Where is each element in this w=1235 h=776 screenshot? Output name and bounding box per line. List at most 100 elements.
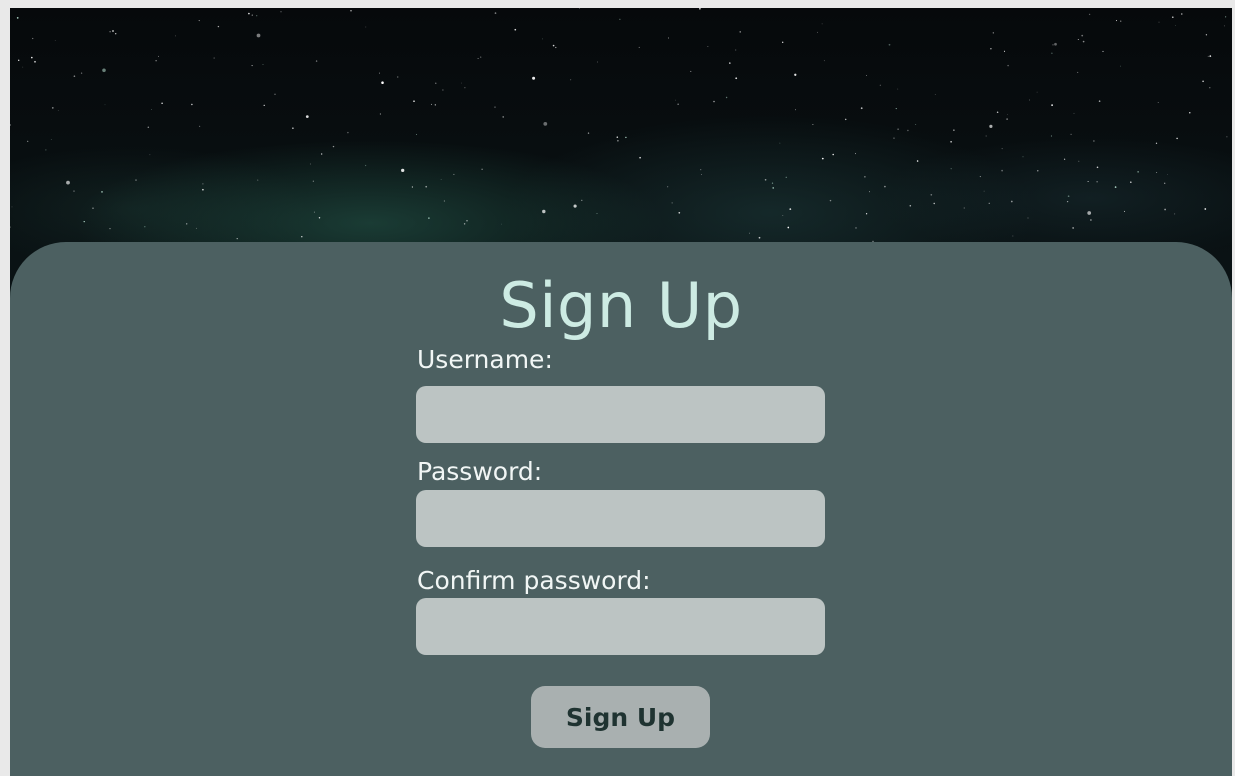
star: [318, 217, 321, 219]
star: [80, 72, 83, 74]
star: [879, 84, 881, 86]
star: [1096, 181, 1098, 183]
star: [434, 104, 436, 106]
star: [832, 153, 835, 156]
star: [930, 193, 933, 196]
star: [114, 32, 117, 35]
star: [379, 113, 381, 115]
star: [1006, 118, 1008, 120]
star: [453, 173, 455, 175]
star: [1205, 34, 1208, 36]
star: [256, 15, 258, 17]
star: [51, 107, 54, 109]
star: [321, 153, 323, 155]
star: [256, 33, 261, 38]
star: [1087, 180, 1089, 183]
star: [92, 207, 94, 209]
star: [543, 122, 548, 126]
star: [1012, 235, 1014, 237]
star: [785, 176, 787, 178]
sign-up-button[interactable]: Sign Up: [531, 686, 710, 748]
star: [251, 14, 253, 16]
star: [1124, 210, 1125, 212]
star: [1007, 64, 1009, 67]
star: [989, 124, 993, 128]
star: [1174, 213, 1176, 215]
star: [144, 225, 146, 228]
star: [431, 103, 433, 105]
star: [1072, 227, 1074, 229]
star: [1164, 208, 1166, 211]
star: [963, 207, 965, 209]
star: [617, 139, 619, 142]
star: [1102, 50, 1104, 52]
star: [161, 102, 163, 105]
star: [555, 46, 557, 49]
star: [1037, 170, 1039, 172]
star: [844, 118, 847, 121]
star: [817, 31, 818, 33]
star: [1120, 65, 1122, 67]
star: [1156, 171, 1158, 174]
star: [990, 47, 992, 50]
star: [864, 176, 866, 178]
star: [893, 137, 895, 139]
confirm-password-label: Confirm password:: [417, 566, 651, 595]
star: [494, 12, 497, 14]
star: [1171, 16, 1174, 19]
star: [860, 107, 863, 110]
star: [625, 136, 627, 139]
star: [202, 188, 204, 191]
star: [552, 44, 555, 47]
star: [865, 213, 868, 215]
page-title: Sign Up: [499, 269, 743, 342]
star: [1050, 135, 1052, 137]
password-input[interactable]: [416, 490, 825, 547]
star: [312, 180, 314, 182]
star: [27, 140, 29, 142]
star: [101, 191, 103, 193]
star: [916, 160, 919, 162]
star: [619, 18, 621, 20]
star: [443, 200, 445, 202]
star: [667, 186, 669, 188]
star: [772, 187, 774, 189]
star: [151, 108, 152, 110]
star: [596, 213, 598, 214]
star: [50, 138, 52, 140]
star: [1077, 38, 1079, 41]
star: [794, 73, 797, 76]
star: [888, 43, 891, 46]
star: [22, 66, 24, 68]
star: [1001, 148, 1003, 150]
star: [678, 211, 681, 214]
star: [1010, 200, 1013, 203]
star: [1022, 156, 1024, 158]
star: [992, 32, 994, 34]
star: [985, 135, 987, 137]
star: [950, 168, 952, 170]
star: [248, 12, 250, 15]
star: [671, 202, 673, 204]
stars-background: [10, 8, 1228, 244]
star: [1207, 55, 1209, 57]
password-label: Password:: [417, 457, 543, 486]
star: [823, 60, 825, 62]
star: [1077, 71, 1079, 73]
confirm-password-input[interactable]: [416, 598, 825, 655]
star: [236, 237, 238, 240]
star: [198, 20, 200, 22]
page-frame: Sign Up Username: Password: Confirm pass…: [10, 8, 1232, 776]
star: [897, 128, 899, 130]
star: [729, 62, 731, 64]
star: [463, 223, 466, 225]
star: [10, 226, 11, 228]
star: [1096, 166, 1099, 169]
star: [195, 227, 197, 229]
star: [480, 56, 482, 58]
star: [332, 145, 335, 148]
star: [442, 89, 444, 91]
star: [866, 75, 867, 76]
username-input[interactable]: [416, 386, 825, 443]
star: [350, 10, 352, 12]
